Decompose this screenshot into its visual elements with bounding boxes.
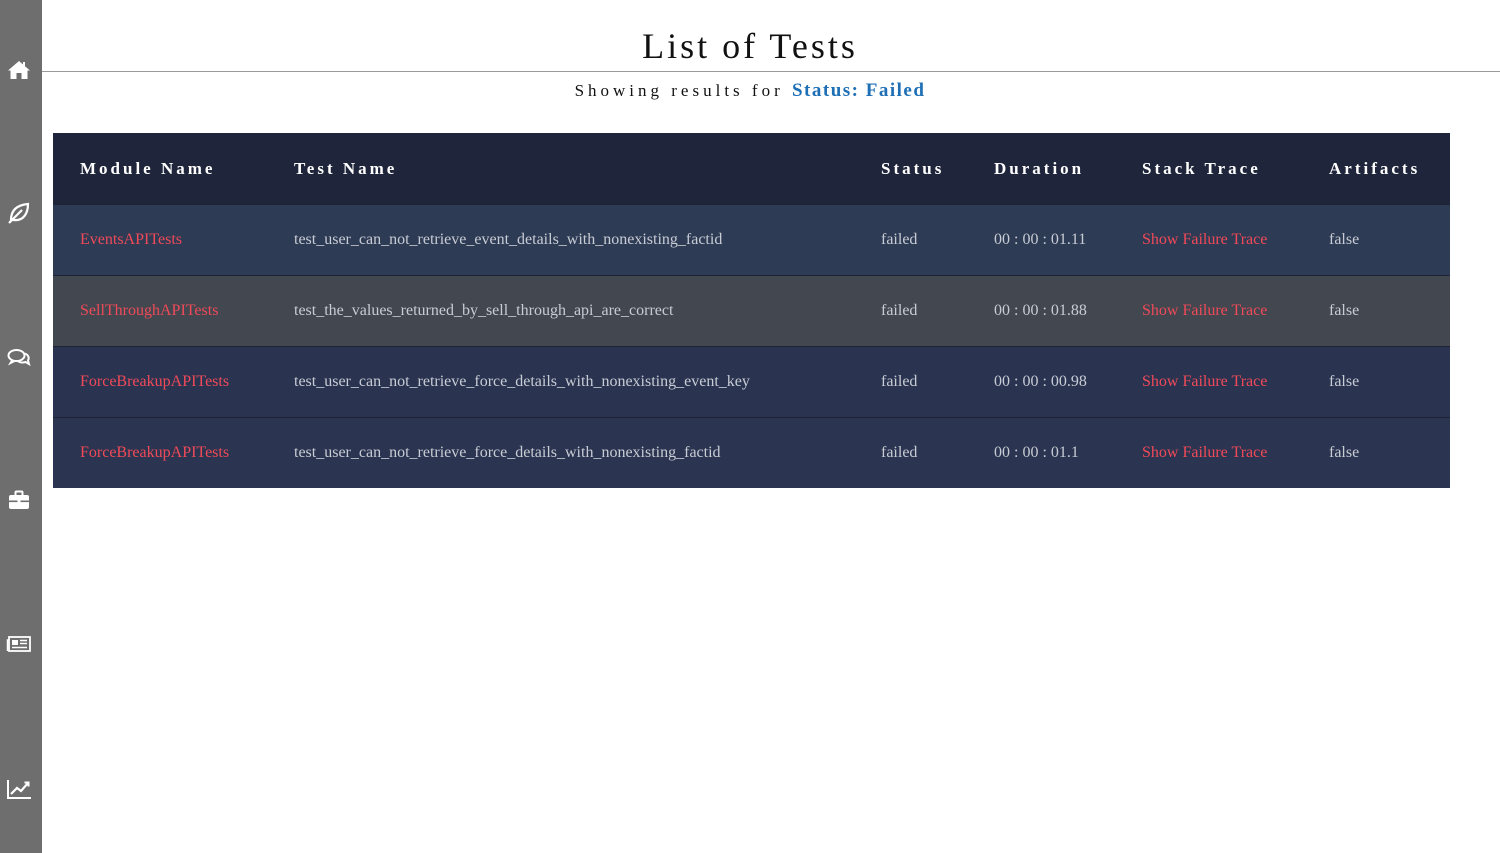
table-row: SellThroughAPITests test_the_values_retu… [53,275,1450,347]
duration-value: 00 : 00 : 00.98 [967,346,1115,418]
line-chart-icon[interactable] [6,776,32,802]
duration-value: 00 : 00 : 01.1 [967,417,1115,488]
table-row: ForceBreakupAPITests test_user_can_not_r… [53,346,1450,418]
column-header-artifacts[interactable]: Artifacts [1302,133,1450,205]
show-failure-trace-link[interactable]: Show Failure Trace [1115,204,1302,276]
duration-value: 00 : 00 : 01.88 [967,275,1115,347]
comments-icon[interactable] [6,345,32,371]
duration-value: 00 : 00 : 01.11 [967,204,1115,276]
test-name: test_the_values_returned_by_sell_through… [267,275,854,347]
test-name: test_user_can_not_retrieve_event_details… [267,204,854,276]
module-name-link[interactable]: EventsAPITests [53,204,267,276]
leaf-icon[interactable] [6,200,32,226]
artifacts-value: false [1302,346,1450,418]
tests-table: Module Name Test Name Status Duration St… [53,133,1450,488]
column-header-module[interactable]: Module Name [53,133,267,205]
module-name-link[interactable]: SellThroughAPITests [53,275,267,347]
artifacts-value: false [1302,204,1450,276]
filter-summary: Showing results for Status: Failed [42,79,1458,103]
page-title: List of Tests [642,26,858,66]
title-divider [42,71,1500,72]
test-name: test_user_can_not_retrieve_force_details… [267,346,854,418]
filter-summary-prefix: Showing results for [574,81,784,100]
test-name: test_user_can_not_retrieve_force_details… [267,417,854,488]
column-header-stack-trace[interactable]: Stack Trace [1115,133,1302,205]
newspaper-icon[interactable] [6,631,32,657]
table-header-row: Module Name Test Name Status Duration St… [53,133,1450,205]
column-header-duration[interactable]: Duration [967,133,1115,205]
column-header-test[interactable]: Test Name [267,133,854,205]
status-value: failed [854,275,967,347]
module-name-link[interactable]: ForceBreakupAPITests [53,417,267,488]
home-icon[interactable] [6,57,32,83]
status-value: failed [854,417,967,488]
show-failure-trace-link[interactable]: Show Failure Trace [1115,275,1302,347]
table-row: ForceBreakupAPITests test_user_can_not_r… [53,417,1450,488]
main-content: List of Tests Showing results for Status… [42,0,1500,853]
status-value: failed [854,346,967,418]
artifacts-value: false [1302,417,1450,488]
show-failure-trace-link[interactable]: Show Failure Trace [1115,417,1302,488]
briefcase-icon[interactable] [6,487,32,513]
module-name-link[interactable]: ForceBreakupAPITests [53,346,267,418]
sidebar [0,0,42,853]
show-failure-trace-link[interactable]: Show Failure Trace [1115,346,1302,418]
active-filter[interactable]: Status: Failed [792,80,925,101]
artifacts-value: false [1302,275,1450,347]
status-value: failed [854,204,967,276]
table-row: EventsAPITests test_user_can_not_retriev… [53,204,1450,276]
column-header-status[interactable]: Status [854,133,967,205]
